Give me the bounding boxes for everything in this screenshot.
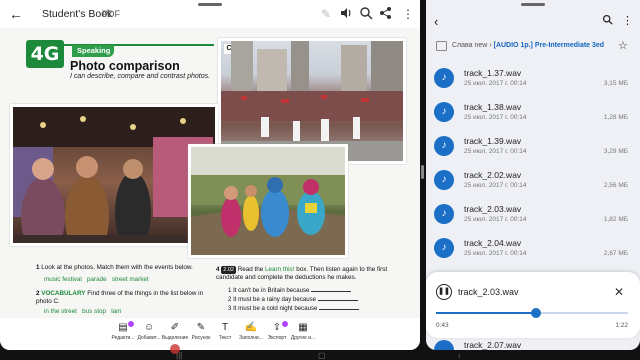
deduction-item: 1 It can't be in Britain because bbox=[228, 286, 352, 294]
list-item[interactable]: ♪ track_2.04.wav 25 июл. 2017 г. 00:14 2… bbox=[426, 232, 640, 266]
more-icon[interactable]: ⋮ bbox=[622, 14, 633, 27]
audio-player: ❚❚ track_2.03.wav ✕ 0:43 1:22 bbox=[426, 272, 640, 338]
pdf-top-bar: ← Student's Book PDF ✎ ⋮ bbox=[0, 0, 420, 28]
pdf-tools-toolbar: ▤ Редакти... ☺ Добавит... ✐ Выделение ✎ … bbox=[0, 318, 420, 350]
list-item[interactable]: ♪ track_1.39.wav 25 июл. 2017 г. 00:14 3… bbox=[426, 130, 640, 164]
file-type-label: PDF bbox=[102, 9, 120, 19]
split-screen: ← Student's Book PDF ✎ ⋮ 4G Speaking Pho… bbox=[0, 0, 640, 360]
recording-indicator bbox=[170, 344, 180, 354]
pause-button[interactable]: ❚❚ bbox=[436, 284, 452, 300]
comment-icon: ☺ bbox=[143, 322, 155, 333]
exercise-number: 4 bbox=[216, 266, 220, 273]
music-note-icon bbox=[434, 340, 454, 350]
ink-icon[interactable]: ✎ bbox=[318, 6, 334, 22]
exercise-number: 2 bbox=[36, 290, 40, 297]
favorite-star-icon[interactable]: ☆ bbox=[618, 39, 628, 52]
exercise-number: 1 bbox=[36, 264, 40, 271]
draw-icon: ✎ bbox=[196, 322, 206, 333]
deduction-item: 2 It must be a rainy day because bbox=[228, 295, 358, 303]
new-badge bbox=[128, 321, 134, 327]
exercise-1: 1 Look at the photos. Match them with th… bbox=[36, 264, 211, 272]
text-icon: T bbox=[221, 322, 229, 333]
breadcrumb-separator: › bbox=[489, 42, 492, 49]
exercise-2-words: in the street bus stop lam bbox=[44, 308, 122, 315]
edit-tool[interactable]: ▤ Редакти... bbox=[110, 321, 136, 347]
more-tools[interactable]: ▦ Другие и... bbox=[290, 321, 316, 347]
music-note-icon: ♪ bbox=[434, 68, 454, 88]
more-icon[interactable]: ⋮ bbox=[400, 6, 416, 22]
player-track-name: track_2.03.wav bbox=[458, 287, 519, 297]
total-time: 1:22 bbox=[615, 322, 628, 329]
list-item[interactable]: ♪ track_1.37.wav 25 июл. 2017 г. 00:14 3… bbox=[426, 62, 640, 96]
list-item[interactable]: ♪ track_2.02.wav 25 июл. 2017 г. 00:14 2… bbox=[426, 164, 640, 198]
list-item[interactable]: ♪ track_1.38.wav 25 июл. 2017 г. 00:14 1… bbox=[426, 96, 640, 130]
comment-tool[interactable]: ☺ Добавит... bbox=[136, 321, 162, 347]
seek-progress bbox=[436, 312, 536, 314]
back-arrow-icon[interactable]: ← bbox=[8, 6, 24, 22]
read-aloud-icon[interactable] bbox=[338, 6, 354, 22]
music-note-icon: ♪ bbox=[434, 136, 454, 156]
deduction-item: 3 It must be a cold night because bbox=[228, 304, 360, 312]
section-tag: Speaking bbox=[72, 45, 114, 57]
photo-b-music-festival: B bbox=[188, 144, 348, 258]
breadcrumb: Слава new › [AUDIO 1p.] Pre-Intermediate… bbox=[426, 38, 640, 56]
photo-a-street-market: A bbox=[10, 104, 218, 246]
pdf-page: 4G Speaking Photo comparison I can descr… bbox=[0, 28, 420, 318]
home-nav-icon[interactable]: ▢ bbox=[318, 351, 326, 360]
search-icon[interactable] bbox=[602, 14, 613, 28]
breadcrumb-current[interactable]: [AUDIO 1p.] Pre-Intermediate 3ed bbox=[494, 42, 604, 49]
exercise-2: 2 VOCABULARY Find three of the things in… bbox=[36, 290, 211, 306]
music-note-icon: ♪ bbox=[434, 170, 454, 190]
search-icon[interactable] bbox=[358, 6, 374, 22]
home-folder-icon[interactable] bbox=[436, 41, 447, 51]
share-icon[interactable] bbox=[378, 6, 394, 22]
breadcrumb-root[interactable]: Слава new bbox=[452, 42, 487, 49]
fill-sign-tool[interactable]: ✍ Заполни... bbox=[238, 321, 264, 347]
draw-tool[interactable]: ✎ Рисунок bbox=[188, 321, 214, 347]
more-tools-icon: ▦ bbox=[298, 322, 308, 333]
vocabulary-label: VOCABULARY bbox=[41, 290, 86, 297]
seek-handle[interactable] bbox=[530, 308, 541, 318]
learn-this-link: Learn this! bbox=[265, 266, 295, 273]
music-note-icon: ♪ bbox=[434, 238, 454, 258]
list-item[interactable]: track_2.07.wav bbox=[426, 338, 640, 350]
new-badge bbox=[282, 321, 288, 327]
files-pane: ‹ ⋮ Слава new › [AUDIO 1p.] Pre-Intermed… bbox=[426, 0, 640, 350]
pdf-viewer-pane: ← Student's Book PDF ✎ ⋮ 4G Speaking Pho… bbox=[0, 0, 420, 350]
back-chevron-icon[interactable]: ‹ bbox=[434, 14, 438, 29]
text-tool[interactable]: T Текст bbox=[212, 321, 238, 347]
exercise-1-words: music festival parade street market bbox=[44, 276, 149, 283]
exercise-text-pre: Read the bbox=[237, 266, 264, 273]
highlight-icon: ✐ bbox=[170, 322, 180, 333]
music-note-icon: ♪ bbox=[434, 102, 454, 122]
close-icon[interactable]: ✕ bbox=[614, 285, 624, 299]
lesson-title: Photo comparison bbox=[70, 59, 180, 73]
audio-track-badge[interactable]: 2.02 bbox=[221, 266, 236, 274]
list-item[interactable]: ♪ track_2.03.wav 25 июл. 2017 г. 00:14 1… bbox=[426, 198, 640, 232]
split-resize-handle[interactable] bbox=[421, 165, 424, 179]
window-drag-handle[interactable] bbox=[521, 3, 545, 6]
exercise-4: 4 2.02 Read the Learn this! box. Then li… bbox=[216, 266, 406, 282]
lesson-subtitle: I can describe, compare and contrast pho… bbox=[70, 73, 211, 80]
exercise-text: Look at the photos. Match them with the … bbox=[41, 264, 193, 271]
back-nav-icon[interactable]: ‹ bbox=[458, 351, 461, 360]
current-time: 0:43 bbox=[436, 322, 449, 329]
music-note-icon: ♪ bbox=[434, 204, 454, 224]
export-tool[interactable]: ⇪ Экспорт bbox=[264, 321, 290, 347]
fill-sign-icon: ✍ bbox=[244, 322, 258, 333]
lesson-badge: 4G bbox=[26, 40, 64, 68]
